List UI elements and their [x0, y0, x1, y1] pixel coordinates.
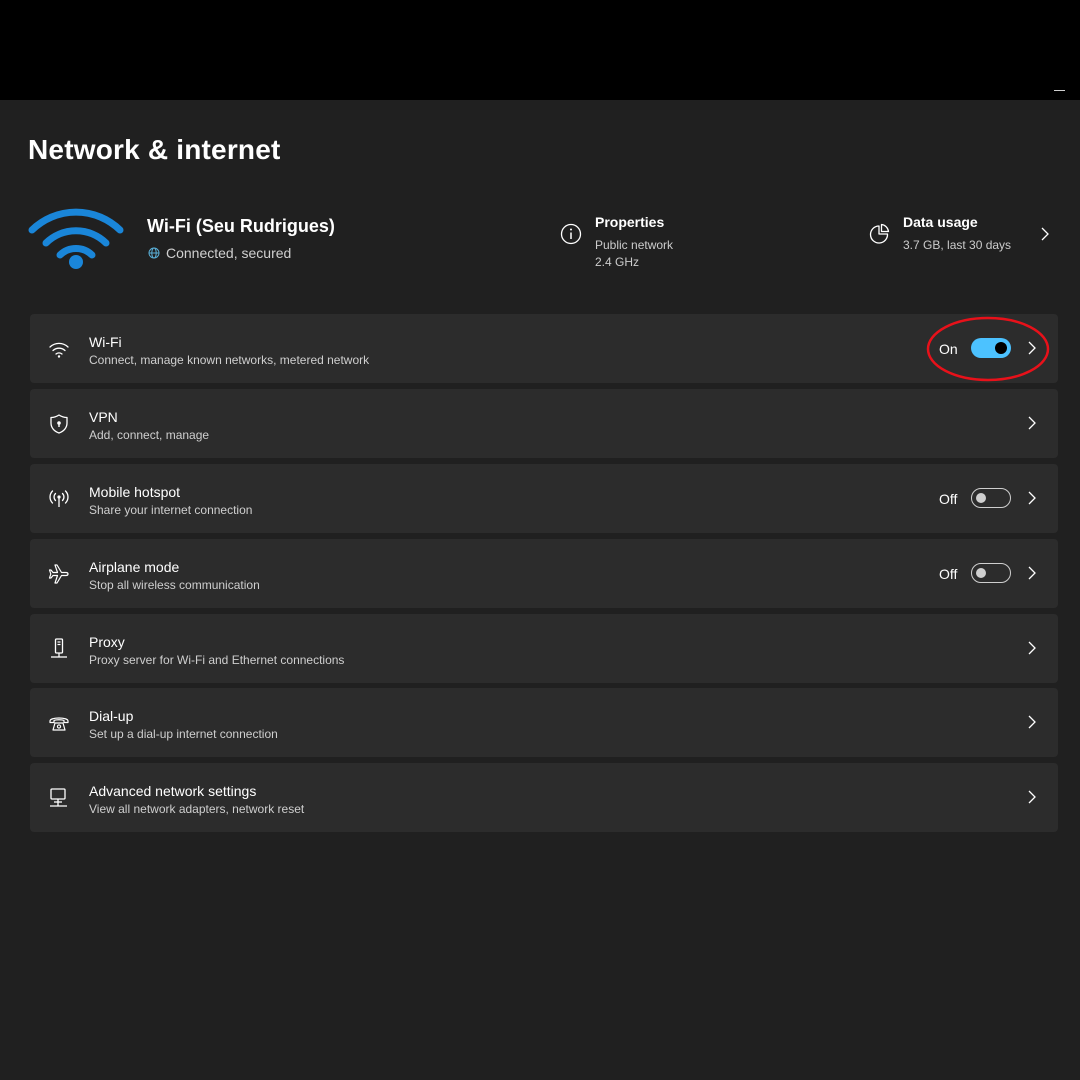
- advanced-row-title: Advanced network settings: [89, 783, 257, 799]
- vpn-row-subtitle: Add, connect, manage: [89, 428, 210, 442]
- wifi-settings-row[interactable]: Wi-Fi Connect, manage known networks, me…: [30, 314, 1058, 383]
- hotspot-row-subtitle: Share your internet connection: [89, 503, 253, 517]
- mobile-hotspot-row[interactable]: Mobile hotspot Share your internet conne…: [30, 464, 1058, 533]
- chevron-right-icon: [1028, 566, 1036, 580]
- shield-icon: [50, 414, 68, 434]
- pie-chart-icon: [869, 223, 890, 244]
- dialup-row-subtitle: Set up a dial-up internet connection: [89, 727, 278, 741]
- dialup-row[interactable]: Dial-up Set up a dial-up internet connec…: [30, 688, 1058, 757]
- airplane-toggle-state: Off: [939, 566, 958, 582]
- chevron-right-icon: [1028, 641, 1036, 655]
- vpn-settings-row[interactable]: VPN Add, connect, manage: [30, 389, 1058, 458]
- wifi-row-subtitle: Connect, manage known networks, metered …: [89, 353, 370, 367]
- airplane-row-title: Airplane mode: [89, 559, 180, 575]
- wifi-toggle-state: On: [939, 341, 958, 357]
- airplane-icon: [48, 564, 69, 584]
- wifi-large-icon: [28, 208, 124, 269]
- chevron-right-icon: [1028, 416, 1036, 430]
- hotspot-icon: [49, 490, 69, 507]
- properties-title: Properties: [595, 214, 665, 230]
- connection-status: Connected, secured: [148, 245, 291, 261]
- airplane-row-subtitle: Stop all wireless communication: [89, 578, 260, 592]
- wifi-row-title: Wi-Fi: [89, 334, 122, 350]
- dialup-row-title: Dial-up: [89, 708, 134, 724]
- network-adapter-icon: [50, 788, 67, 807]
- connection-status-text: Connected, secured: [166, 245, 292, 261]
- chevron-right-icon: [1028, 341, 1036, 355]
- chevron-right-icon: [1028, 491, 1036, 505]
- hotspot-row-title: Mobile hotspot: [89, 484, 181, 500]
- proxy-icon: [51, 638, 67, 658]
- properties-network-type: Public network: [595, 238, 674, 252]
- title-bar: [0, 0, 1080, 100]
- dialup-icon: [49, 717, 69, 731]
- chevron-right-icon: [1041, 227, 1049, 241]
- wifi-icon: [49, 342, 69, 358]
- proxy-row-subtitle: Proxy server for Wi-Fi and Ethernet conn…: [89, 653, 345, 667]
- toggle-knob: [995, 342, 1007, 354]
- toggle-knob: [976, 493, 986, 503]
- page-title: Network & internet: [28, 134, 281, 165]
- proxy-row-title: Proxy: [89, 634, 125, 650]
- data-usage-title: Data usage: [903, 214, 978, 230]
- network-name: Wi-Fi (Seu Rudrigues): [147, 216, 335, 236]
- hotspot-toggle-state: Off: [939, 491, 958, 507]
- properties-band: 2.4 GHz: [595, 255, 640, 269]
- data-usage-amount: 3.7 GB, last 30 days: [903, 238, 1012, 252]
- advanced-network-settings-row[interactable]: Advanced network settings View all netwo…: [30, 763, 1058, 832]
- proxy-row[interactable]: Proxy Proxy server for Wi-Fi and Etherne…: [30, 614, 1058, 683]
- chevron-right-icon: [1028, 715, 1036, 729]
- globe-icon: [148, 247, 160, 259]
- info-icon: [560, 223, 582, 245]
- connection-summary: Wi-Fi (Seu Rudrigues) Connected, secured…: [28, 198, 1058, 278]
- vpn-row-title: VPN: [89, 409, 118, 425]
- airplane-mode-row[interactable]: Airplane mode Stop all wireless communic…: [30, 539, 1058, 608]
- airplane-toggle[interactable]: [971, 563, 1011, 583]
- hotspot-toggle[interactable]: [971, 488, 1011, 508]
- chevron-right-icon: [1028, 790, 1036, 804]
- data-usage-link[interactable]: Data usage 3.7 GB, last 30 days: [868, 214, 1058, 264]
- toggle-knob: [976, 568, 986, 578]
- wifi-toggle[interactable]: [971, 338, 1011, 358]
- advanced-row-subtitle: View all network adapters, network reset: [89, 802, 305, 816]
- minimize-button[interactable]: [1054, 80, 1066, 92]
